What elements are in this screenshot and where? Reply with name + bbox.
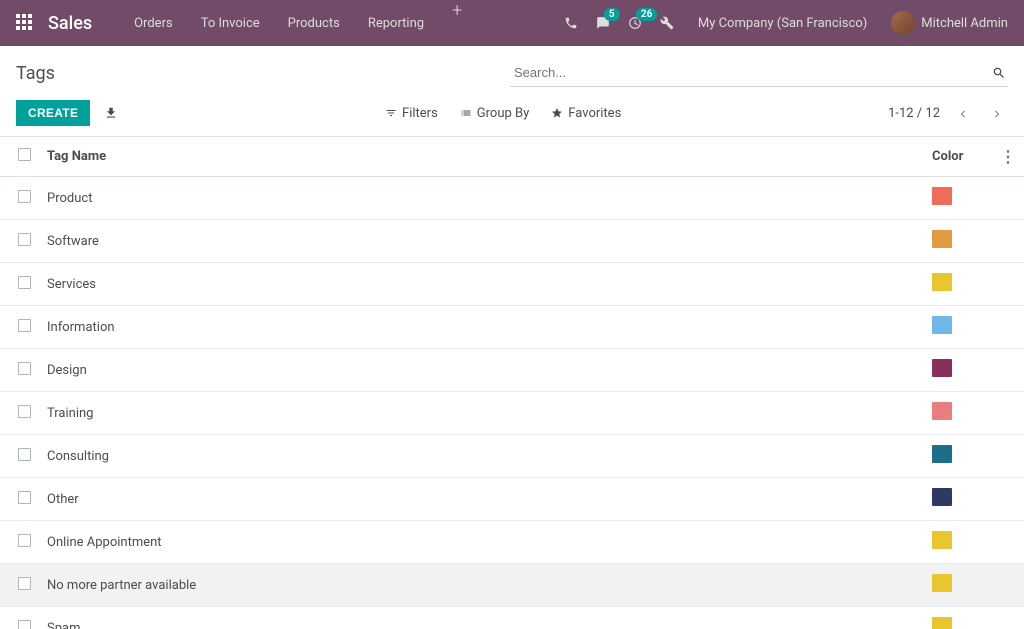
nav-item-orders[interactable]: Orders xyxy=(120,0,187,46)
row-checkbox[interactable] xyxy=(18,190,31,203)
color-swatch[interactable] xyxy=(932,445,952,463)
color-swatch[interactable] xyxy=(932,359,952,377)
color-swatch[interactable] xyxy=(932,531,952,549)
row-padding xyxy=(992,392,1024,435)
star-icon xyxy=(551,107,563,119)
activities-badge: 26 xyxy=(636,8,657,21)
row-checkbox[interactable] xyxy=(18,491,31,504)
nav-item-reporting[interactable]: Reporting xyxy=(354,0,438,46)
funnel-icon xyxy=(385,107,397,119)
row-padding xyxy=(992,564,1024,607)
row-padding xyxy=(992,521,1024,564)
row-padding xyxy=(992,220,1024,263)
tools-icon[interactable] xyxy=(660,16,674,30)
color-swatch[interactable] xyxy=(932,187,952,205)
pager-next[interactable] xyxy=(986,102,1008,125)
page-title: Tags xyxy=(16,63,55,84)
list-scroll[interactable]: Tag Name Color ⋮ ProductSoftwareServices… xyxy=(0,137,1024,629)
user-menu[interactable]: Mitchell Admin xyxy=(891,11,1008,35)
col-header-color[interactable]: Color xyxy=(924,137,992,177)
row-checkbox[interactable] xyxy=(18,233,31,246)
table-row[interactable]: Online Appointment xyxy=(0,521,1024,564)
groupby-button[interactable]: Group By xyxy=(460,106,530,121)
systray: 5 26 My Company (San Francisco) Mitchell… xyxy=(564,11,1008,35)
tag-name-cell[interactable]: Design xyxy=(39,349,924,392)
filters-button[interactable]: Filters xyxy=(385,106,438,121)
search-icon[interactable] xyxy=(992,63,1006,81)
nav-add-menu[interactable]: + xyxy=(438,0,476,46)
tag-name-cell[interactable]: Information xyxy=(39,306,924,349)
row-checkbox[interactable] xyxy=(18,577,31,590)
table-row[interactable]: Other xyxy=(0,478,1024,521)
row-padding xyxy=(992,349,1024,392)
tags-table: Tag Name Color ⋮ ProductSoftwareServices… xyxy=(0,137,1024,629)
chevron-right-icon xyxy=(990,107,1004,121)
color-swatch[interactable] xyxy=(932,488,952,506)
phone-icon[interactable] xyxy=(564,16,578,30)
row-checkbox[interactable] xyxy=(18,319,31,332)
activities-icon[interactable]: 26 xyxy=(628,16,642,30)
tag-name-cell[interactable]: Consulting xyxy=(39,435,924,478)
create-button[interactable]: CREATE xyxy=(16,100,90,126)
row-checkbox[interactable] xyxy=(18,620,31,629)
tag-name-cell[interactable]: Services xyxy=(39,263,924,306)
color-swatch[interactable] xyxy=(932,402,952,420)
table-row[interactable]: Services xyxy=(0,263,1024,306)
table-row[interactable]: Design xyxy=(0,349,1024,392)
color-swatch[interactable] xyxy=(932,230,952,248)
tag-name-cell[interactable]: Online Appointment xyxy=(39,521,924,564)
table-row[interactable]: Software xyxy=(0,220,1024,263)
col-options-button[interactable]: ⋮ xyxy=(992,137,1024,177)
pager-text[interactable]: 1-12 / 12 xyxy=(888,106,940,121)
groupby-label: Group By xyxy=(477,106,530,121)
row-padding xyxy=(992,478,1024,521)
favorites-button[interactable]: Favorites xyxy=(551,106,621,121)
row-padding xyxy=(992,263,1024,306)
messages-badge: 5 xyxy=(604,8,620,21)
row-padding xyxy=(992,306,1024,349)
user-name: Mitchell Admin xyxy=(921,16,1008,31)
nav-menu: Orders To Invoice Products Reporting + xyxy=(120,0,476,46)
col-header-tag-name[interactable]: Tag Name xyxy=(39,137,924,177)
pager-prev[interactable] xyxy=(952,102,974,125)
row-checkbox[interactable] xyxy=(18,362,31,375)
color-swatch[interactable] xyxy=(932,273,952,291)
main-navbar: Sales Orders To Invoice Products Reporti… xyxy=(0,0,1024,46)
search-input[interactable] xyxy=(510,59,1008,87)
filters-label: Filters xyxy=(402,106,438,121)
color-swatch[interactable] xyxy=(932,574,952,592)
import-button[interactable] xyxy=(104,105,118,121)
row-checkbox[interactable] xyxy=(18,534,31,547)
messages-icon[interactable]: 5 xyxy=(596,16,610,30)
favorites-label: Favorites xyxy=(568,106,621,121)
avatar xyxy=(891,11,915,35)
row-checkbox[interactable] xyxy=(18,448,31,461)
company-switcher[interactable]: My Company (San Francisco) xyxy=(692,16,873,31)
tag-name-cell[interactable]: Other xyxy=(39,478,924,521)
table-row[interactable]: Information xyxy=(0,306,1024,349)
app-brand[interactable]: Sales xyxy=(48,13,92,34)
row-checkbox[interactable] xyxy=(18,405,31,418)
row-padding xyxy=(992,435,1024,478)
select-all-checkbox[interactable] xyxy=(18,148,31,161)
color-swatch[interactable] xyxy=(932,617,952,629)
chevron-left-icon xyxy=(956,107,970,121)
table-row[interactable]: Consulting xyxy=(0,435,1024,478)
table-row[interactable]: Training xyxy=(0,392,1024,435)
apps-icon[interactable] xyxy=(16,14,34,32)
row-checkbox[interactable] xyxy=(18,276,31,289)
color-swatch[interactable] xyxy=(932,316,952,334)
table-row[interactable]: Product xyxy=(0,177,1024,220)
tag-name-cell[interactable]: Training xyxy=(39,392,924,435)
tag-name-cell[interactable]: No more partner available xyxy=(39,564,924,607)
nav-item-products[interactable]: Products xyxy=(274,0,354,46)
tag-name-cell[interactable]: Product xyxy=(39,177,924,220)
control-panel: Tags CREATE Filters Group By xyxy=(0,46,1024,137)
tag-name-cell[interactable]: Software xyxy=(39,220,924,263)
table-row[interactable]: No more partner available xyxy=(0,564,1024,607)
row-padding xyxy=(992,177,1024,220)
search-box xyxy=(510,59,1008,87)
list-icon xyxy=(460,107,472,119)
nav-item-to-invoice[interactable]: To Invoice xyxy=(187,0,274,46)
